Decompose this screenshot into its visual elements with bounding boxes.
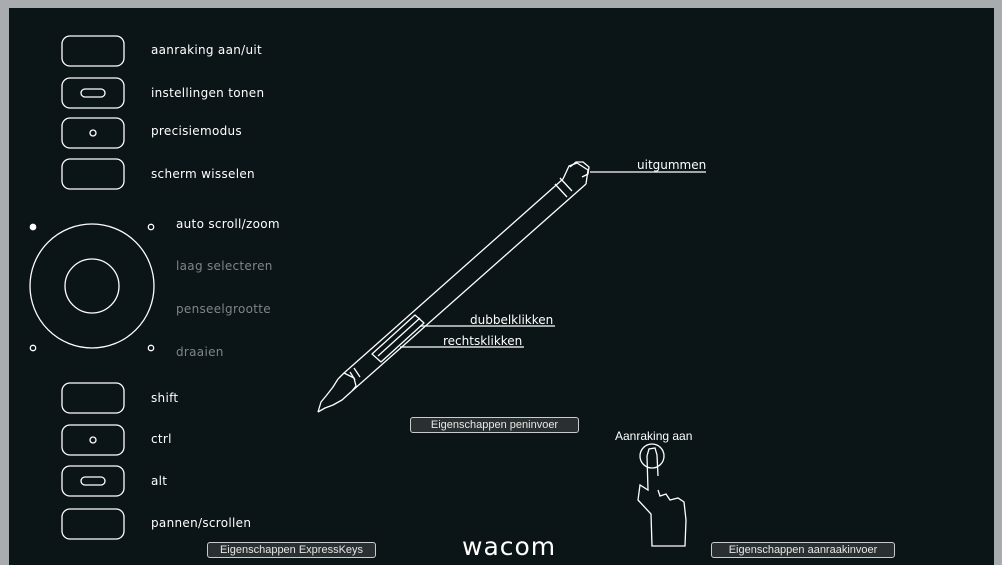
touch-status-label: Aanraking aan <box>615 429 693 443</box>
key-dash-mark <box>80 476 106 486</box>
expresskey-4[interactable] <box>61 158 125 190</box>
pen-properties-button[interactable]: Eigenschappen peninvoer <box>410 417 579 433</box>
wacom-logo: wacom <box>462 532 557 561</box>
pen-illustration[interactable] <box>317 161 590 413</box>
expresskey-2[interactable] <box>61 77 125 109</box>
ring-mode-indicator <box>29 344 37 352</box>
expresskey-label: pannen/scrollen <box>151 516 252 530</box>
pen-lower-button-label: rechtsklikken <box>443 334 523 348</box>
touch-ring[interactable] <box>29 223 155 349</box>
key-dot-mark <box>89 436 97 444</box>
ring-mode-label: draaien <box>176 345 224 359</box>
expresskey-label: instellingen tonen <box>151 86 265 100</box>
pen-eraser-label: uitgummen <box>637 158 707 172</box>
expresskey-label: alt <box>151 474 168 488</box>
key-dash-mark <box>80 88 106 98</box>
expresskey-label: ctrl <box>151 432 172 446</box>
touch-properties-button[interactable]: Eigenschappen aanraakinvoer <box>711 542 895 558</box>
ring-mode-indicator <box>147 223 155 231</box>
ring-mode-label: penseelgrootte <box>176 302 271 316</box>
expresskey-label: precisiemodus <box>151 124 242 138</box>
key-dot-mark <box>89 129 97 137</box>
expresskey-5[interactable] <box>61 382 125 414</box>
expresskey-label: aanraking aan/uit <box>151 43 263 57</box>
ring-mode-label: laag selecteren <box>176 259 273 273</box>
ring-mode-label-active: auto scroll/zoom <box>176 217 280 231</box>
expresskey-1[interactable] <box>61 35 125 67</box>
expresskeys-properties-button[interactable]: Eigenschappen ExpressKeys <box>207 542 376 558</box>
pen-upper-button-label: dubbelklikken <box>470 313 554 327</box>
expresskey-8[interactable] <box>61 508 125 540</box>
expresskey-label: scherm wisselen <box>151 167 255 181</box>
expresskey-6[interactable] <box>61 424 125 456</box>
expresskey-label: shift <box>151 391 179 405</box>
ring-mode-indicator-active <box>29 223 37 231</box>
expresskey-3[interactable] <box>61 117 125 149</box>
touch-hand-icon <box>637 443 687 547</box>
expresskey-7[interactable] <box>61 465 125 497</box>
ring-mode-indicator <box>147 344 155 352</box>
touch-ring-center-button[interactable] <box>64 258 120 314</box>
